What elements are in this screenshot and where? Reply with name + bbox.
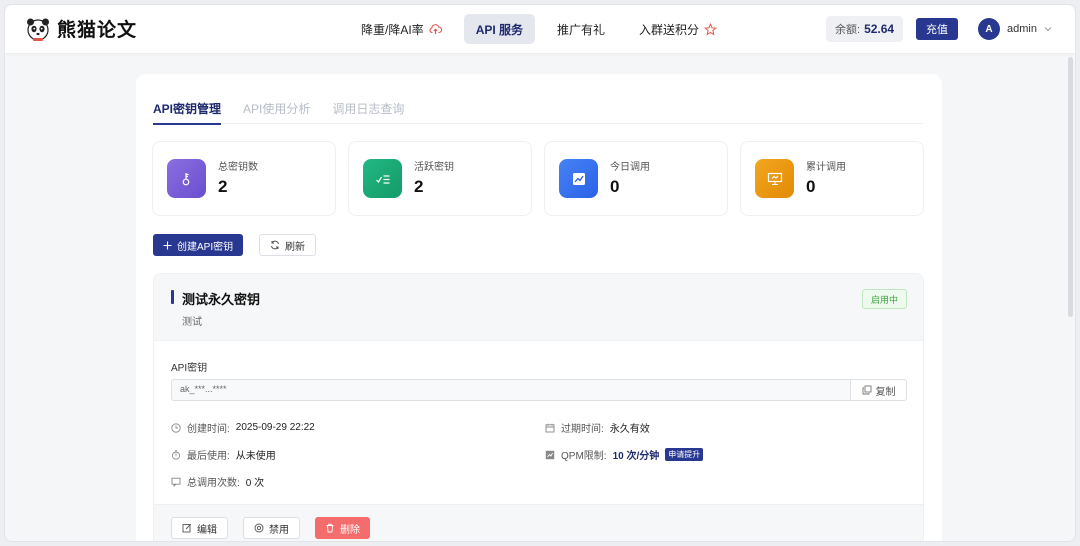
copy-icon [862,385,872,395]
disable-button[interactable]: 禁用 [243,517,300,539]
brand-name: 熊猫论文 [57,19,138,41]
key-card-actions: 编辑 禁用 删除 [154,504,923,541]
tab-key-management[interactable]: API密钥管理 [153,94,222,125]
qpm-value: 10 次/分钟 [612,451,660,462]
key-name: 测试永久密钥 [182,292,261,307]
accent-bar [171,290,174,304]
plus-icon [163,241,172,250]
total-calls: 总调用次数: 0 次 [171,474,264,489]
api-key-field[interactable]: ak_***...**** 复制 [171,379,907,401]
trend-chart-icon [559,159,598,198]
expire-label: 过期时间: [561,424,604,435]
create-label: 创建API密钥 [177,241,234,253]
username: admin [1007,23,1037,35]
last-used: 最后使用: 从未使用 [171,447,276,462]
check-list-icon [363,159,402,198]
qpm-limit: QPM限制: 10 次/分钟 申请提升 [545,447,704,462]
chevron-down-icon [1044,26,1052,32]
total-calls-value: 0 次 [245,478,265,489]
stopwatch-icon [171,449,181,460]
key-card-header: 测试永久密钥 测试 启用中 [154,274,923,341]
api-key-label: API密钥 [171,363,208,374]
nav-item-join-group[interactable]: 入群送积分 [627,14,729,44]
balance-label: 余额: [835,24,861,36]
brand-logo[interactable]: 熊猫论文 [25,15,137,42]
delete-button[interactable]: 删除 [315,517,370,539]
api-service-panel: API密钥管理 API使用分析 调用日志查询 总密钥数 2 活跃密钥 2 今日调… [136,74,942,541]
stat-card-total-keys: 总密钥数 2 [152,141,336,216]
stat-value: 0 [806,177,816,196]
nav-item-label: API 服务 [475,22,524,37]
main-nav: 降重/降AI率 API 服务 推广有礼 入群送积分 [349,14,739,44]
stat-value: 2 [218,177,228,196]
tab-usage-analysis[interactable]: API使用分析 [243,94,310,124]
scrollbar[interactable] [1068,57,1073,317]
nav-item-label: 降重/降AI率 [361,22,424,37]
stat-label: 活跃密钥 [414,162,454,173]
chart-icon [545,450,555,460]
copy-label: 复制 [875,386,896,398]
stat-card-total-calls: 累计调用 0 [740,141,924,216]
user-menu[interactable]: A admin [978,18,1052,40]
disable-icon [254,523,264,533]
expire-time: 过期时间: 永久有效 [545,420,650,435]
refresh-label: 刷新 [285,241,305,253]
avatar: A [978,18,1000,40]
nav-item-api-service[interactable]: API 服务 [463,14,536,44]
stats-row: 总密钥数 2 活跃密钥 2 今日调用 0 累计调用 0 [152,141,924,216]
request-upgrade-link[interactable]: 申请提升 [665,448,704,461]
nav-item-referral[interactable]: 推广有礼 [545,14,617,44]
last-used-label: 最后使用: [187,451,230,462]
create-api-key-button[interactable]: 创建API密钥 [153,234,244,256]
key-description: 测试 [182,317,202,328]
cloud-upload-icon [429,23,442,35]
message-icon [171,477,181,487]
api-key-card: 测试永久密钥 测试 启用中 API密钥 ak_***...**** 复制 创建时… [153,273,924,541]
api-key-value: ak_***...**** [180,384,227,394]
delete-label: 删除 [340,524,360,536]
stat-card-active-keys: 活跃密钥 2 [348,141,532,216]
nav-item-label: 推广有礼 [557,22,606,37]
stat-value: 2 [414,177,424,196]
disable-label: 禁用 [269,524,289,536]
created-label: 创建时间: [187,424,230,435]
copy-button[interactable]: 复制 [850,380,906,400]
top-navbar: 熊猫论文 降重/降AI率 API 服务 推广有礼 入群送积分 余额: 52.64… [5,5,1075,53]
refresh-button[interactable]: 刷新 [259,234,316,256]
panda-icon [25,16,51,42]
refresh-icon [270,240,280,250]
stat-label: 累计调用 [806,162,846,173]
star-icon [704,22,718,36]
calendar-icon [545,423,555,433]
edit-icon [182,523,192,533]
tab-bar: API密钥管理 API使用分析 调用日志查询 [153,94,923,125]
clock-icon [171,422,181,433]
stat-label: 今日调用 [610,162,650,173]
stat-value: 0 [610,177,620,196]
expire-value: 永久有效 [609,424,650,435]
qpm-label: QPM限制: [561,451,607,462]
edit-button[interactable]: 编辑 [171,517,228,539]
last-used-value: 从未使用 [235,451,276,462]
status-badge: 启用中 [861,289,907,309]
key-icon [167,159,206,198]
presentation-icon [755,159,794,198]
balance-display: 余额: 52.64 [826,16,904,42]
created-value: 2025-09-29 22:22 [235,422,315,433]
edit-label: 编辑 [197,524,217,536]
tab-call-logs[interactable]: 调用日志查询 [332,94,404,124]
nav-item-label: 入群送积分 [639,22,700,37]
balance-value: 52.64 [864,22,895,36]
stat-label: 总密钥数 [218,162,258,173]
created-time: 创建时间: 2025-09-29 22:22 [171,420,315,435]
recharge-button[interactable]: 充值 [916,18,958,40]
nav-item-reduce[interactable]: 降重/降AI率 [349,14,454,44]
trash-icon [325,523,335,533]
app-window: 熊猫论文 降重/降AI率 API 服务 推广有礼 入群送积分 余额: 52.64… [4,4,1076,542]
total-calls-label: 总调用次数: [187,478,240,489]
stat-card-today-calls: 今日调用 0 [544,141,728,216]
